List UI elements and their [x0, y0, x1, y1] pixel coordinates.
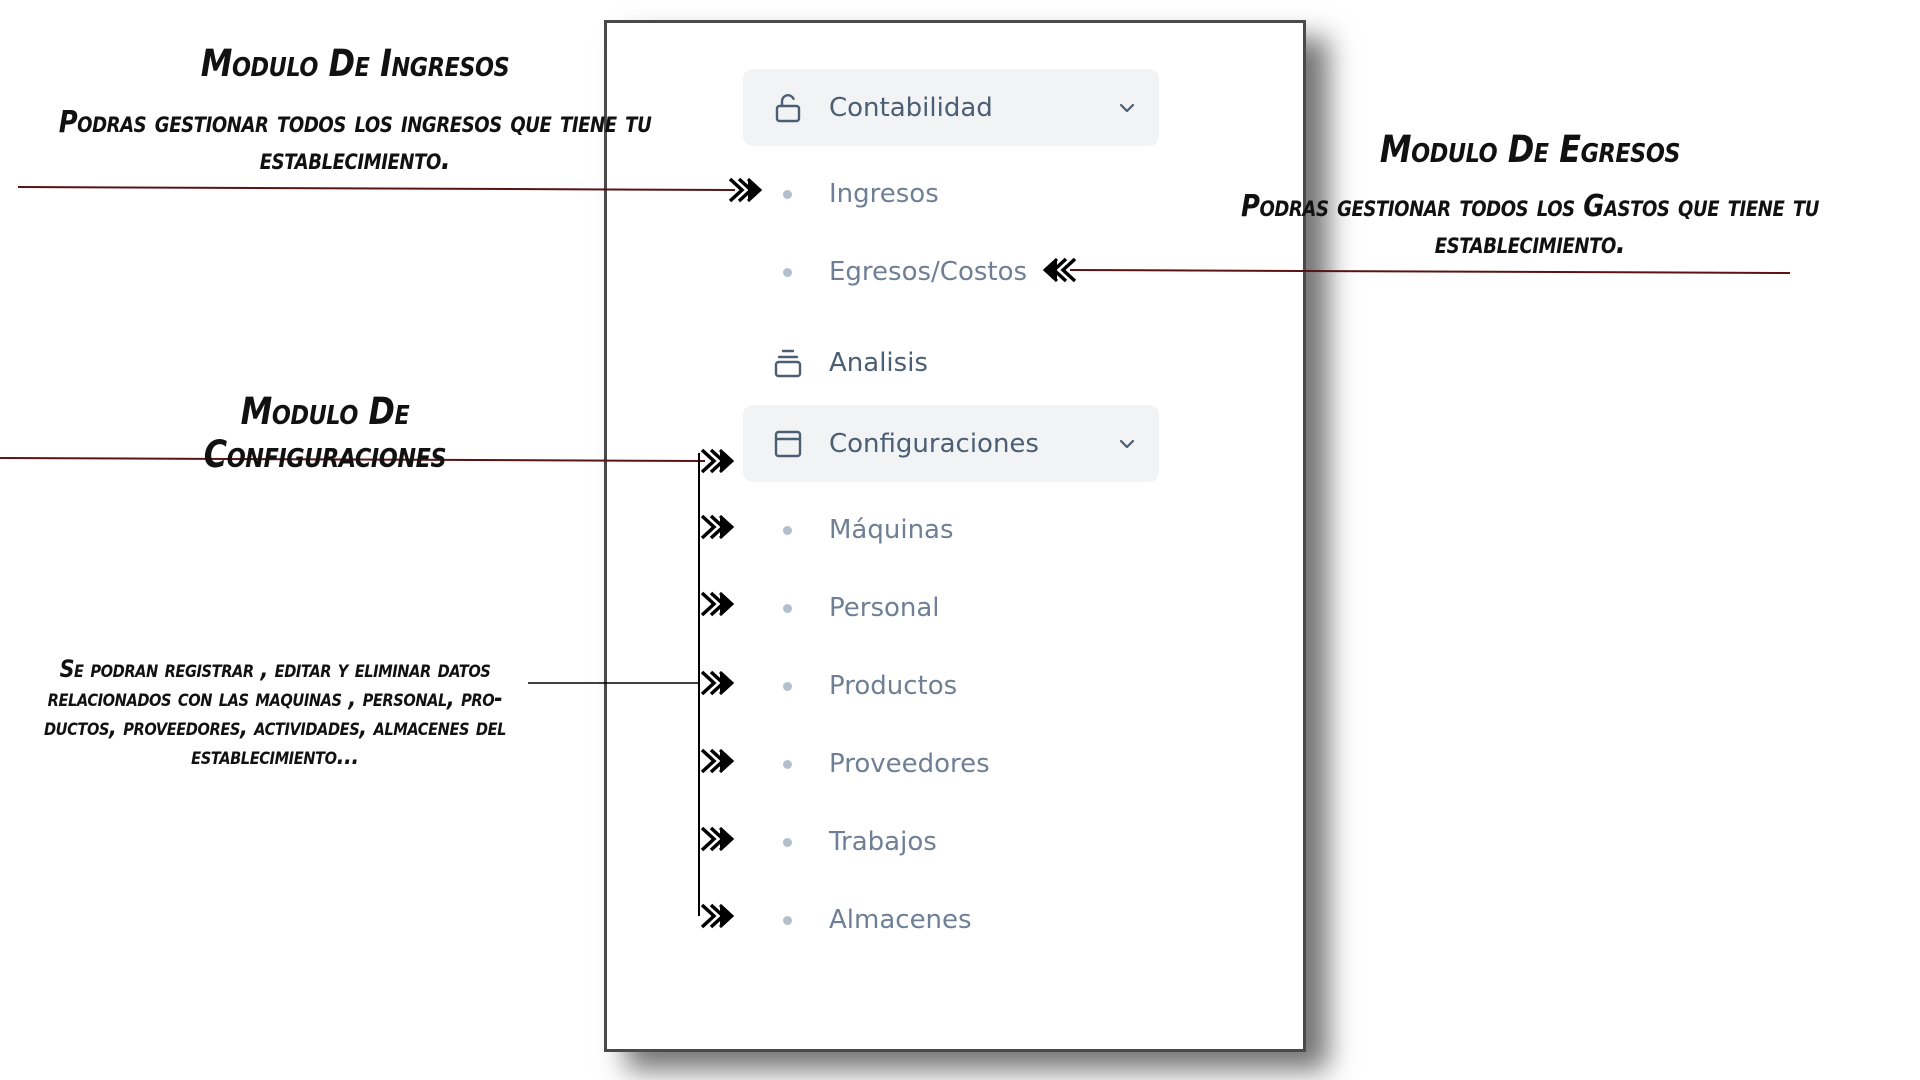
annotation-text-ingresos-1: Podras gestionar todos los ingresos que …: [58, 105, 652, 140]
submenu-label: Ingresos: [829, 179, 939, 209]
submenu-label: Proveedores: [829, 749, 990, 779]
annotation-text-egresos-1: Podras gestionar todos los Gastos que ti…: [1240, 189, 1820, 224]
sidebar-menu-panel: Contabilidad Ingresos Egresos/Costos Ana…: [604, 20, 1306, 1052]
menu-label-configuraciones: Configuraciones: [829, 428, 1039, 459]
submenu-label: Trabajos: [829, 827, 937, 857]
bullet-icon: [783, 603, 792, 613]
annotation-title-configuraciones: Modulo De Configuraciones: [203, 390, 447, 476]
bullet-icon: [783, 915, 792, 925]
annotation-text-datos-3: ductos, proveedores, actividades, almace…: [43, 713, 507, 741]
submenu-label: Almacenes: [829, 905, 972, 935]
annotation-text-datos-1: Se podran registrar , editar y eliminar …: [59, 655, 491, 683]
annotation-text-datos-2: relacionados con las maquinas , personal…: [47, 684, 503, 712]
unlock-icon: [773, 93, 803, 123]
submenu-label: Productos: [829, 671, 958, 701]
calendar-icon: [773, 429, 803, 459]
menu-item-analisis[interactable]: Analisis: [743, 333, 1159, 393]
annotation-title-ingresos: Modulo De Ingresos: [200, 42, 510, 85]
submenu-label: Egresos/Costos: [829, 257, 1028, 287]
annotation-text-datos-4: establecimiento...: [191, 742, 359, 770]
bullet-icon: [783, 681, 792, 691]
submenu-item-ingresos[interactable]: Ingresos: [743, 164, 1159, 224]
bullet-icon: [783, 837, 792, 847]
bullet-icon: [783, 189, 792, 199]
submenu-item-egresos-costos[interactable]: Egresos/Costos: [743, 242, 1159, 302]
menu-group-contabilidad[interactable]: Contabilidad: [743, 69, 1159, 146]
submenu-item-maquinas[interactable]: Máquinas: [743, 500, 1159, 560]
submenu-item-personal[interactable]: Personal: [743, 578, 1159, 638]
submenu-item-proveedores[interactable]: Proveedores: [743, 734, 1159, 794]
submenu-item-trabajos[interactable]: Trabajos: [743, 812, 1159, 872]
bullet-icon: [783, 267, 792, 277]
menu-group-configuraciones[interactable]: Configuraciones: [743, 405, 1159, 482]
annotation-title-egresos: Modulo De Egresos: [1379, 128, 1681, 171]
submenu-label: Personal: [829, 593, 940, 623]
annotation-text-egresos-2: establecimiento.: [1434, 226, 1626, 261]
layers-icon: [773, 348, 803, 378]
submenu-item-productos[interactable]: Productos: [743, 656, 1159, 716]
menu-label-contabilidad: Contabilidad: [829, 92, 993, 123]
submenu-label: Máquinas: [829, 515, 954, 545]
chevron-down-icon[interactable]: [1117, 98, 1137, 118]
bullet-icon: [783, 525, 792, 535]
bullet-icon: [783, 759, 792, 769]
submenu-item-almacenes[interactable]: Almacenes: [743, 890, 1159, 950]
chevron-down-icon[interactable]: [1117, 434, 1137, 454]
annotation-text-ingresos-2: establecimiento.: [259, 142, 451, 177]
menu-label-analisis: Analisis: [829, 348, 928, 378]
